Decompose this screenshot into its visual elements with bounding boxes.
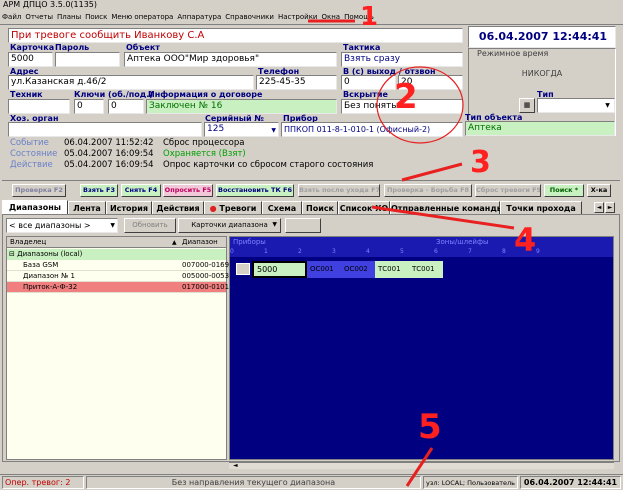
- annotation-line-4: [371, 205, 515, 230]
- annotation-line-5: [405, 447, 434, 487]
- annotation-1: 1: [360, 2, 379, 32]
- annotation-circle-2: [376, 66, 464, 144]
- annotation-5: 5: [418, 407, 442, 447]
- annotation-3: 3: [470, 145, 491, 180]
- annotation-line-3: [401, 162, 463, 182]
- annotation-4: 4: [514, 221, 537, 259]
- annotation-2: 2: [394, 77, 418, 117]
